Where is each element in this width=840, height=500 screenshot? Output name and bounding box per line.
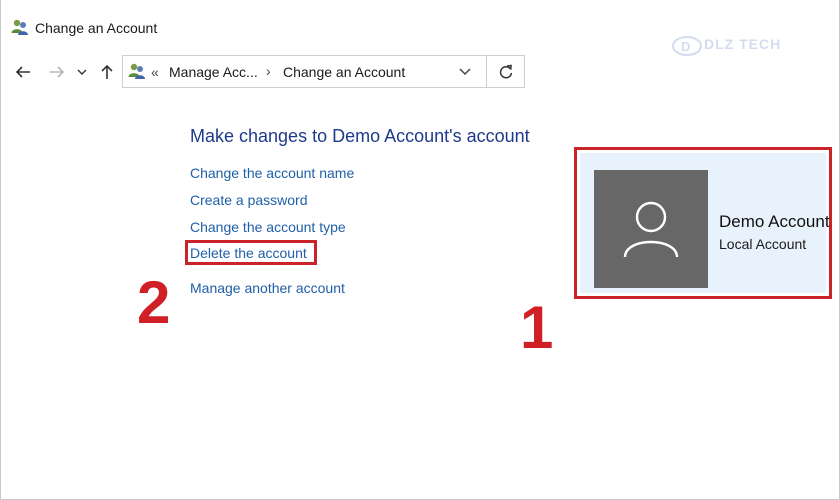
refresh-icon (499, 64, 512, 78)
chevron-down-icon (77, 69, 87, 75)
page-heading: Make changes to Demo Account's account (190, 126, 530, 146)
annotation-step-1: 1 (520, 294, 554, 361)
chevron-down-icon (459, 68, 471, 76)
change-account-type-link[interactable]: Change the account type (190, 219, 346, 235)
breadcrumb-separator[interactable]: › (266, 63, 271, 79)
refresh-button[interactable] (487, 55, 525, 88)
window-title: Change an Account (35, 20, 158, 36)
user-silhouette-icon (623, 201, 679, 258)
breadcrumb-change-account[interactable]: Change an Account (283, 64, 405, 80)
manage-another-account-link[interactable]: Manage another account (190, 280, 345, 296)
address-history-dropdown[interactable] (458, 64, 478, 82)
address-bar[interactable]: « Manage Acc... › Change an Account (122, 55, 487, 88)
watermark-logo: D DLZ TECH (672, 26, 802, 66)
account-type: Local Account (719, 236, 807, 252)
user-accounts-icon (11, 19, 28, 35)
annotation-step-2: 2 (137, 269, 171, 336)
breadcrumb-manage-accounts[interactable]: Manage Acc... (169, 64, 258, 80)
recent-locations-button[interactable] (73, 60, 91, 84)
change-account-name-link[interactable]: Change the account name (190, 165, 354, 181)
delete-link-highlight (185, 240, 317, 265)
account-card-background: Demo Account Local Account (580, 153, 830, 293)
watermark-text: DLZ TECH (704, 36, 782, 52)
address-overflow-button[interactable]: « (151, 64, 159, 80)
svg-text:D: D (681, 39, 690, 54)
account-name: Demo Account (719, 212, 830, 231)
arrow-up-icon (101, 64, 113, 79)
create-password-link[interactable]: Create a password (190, 192, 308, 208)
user-accounts-icon (128, 63, 145, 79)
avatar (594, 170, 708, 288)
up-button[interactable] (96, 60, 118, 84)
arrow-left-icon (15, 66, 30, 78)
back-button[interactable] (12, 60, 34, 84)
forward-button[interactable] (46, 60, 68, 84)
arrow-right-icon (50, 66, 65, 78)
watermark-emblem-icon: D (672, 36, 702, 56)
account-card: Demo Account Local Account (574, 147, 832, 299)
